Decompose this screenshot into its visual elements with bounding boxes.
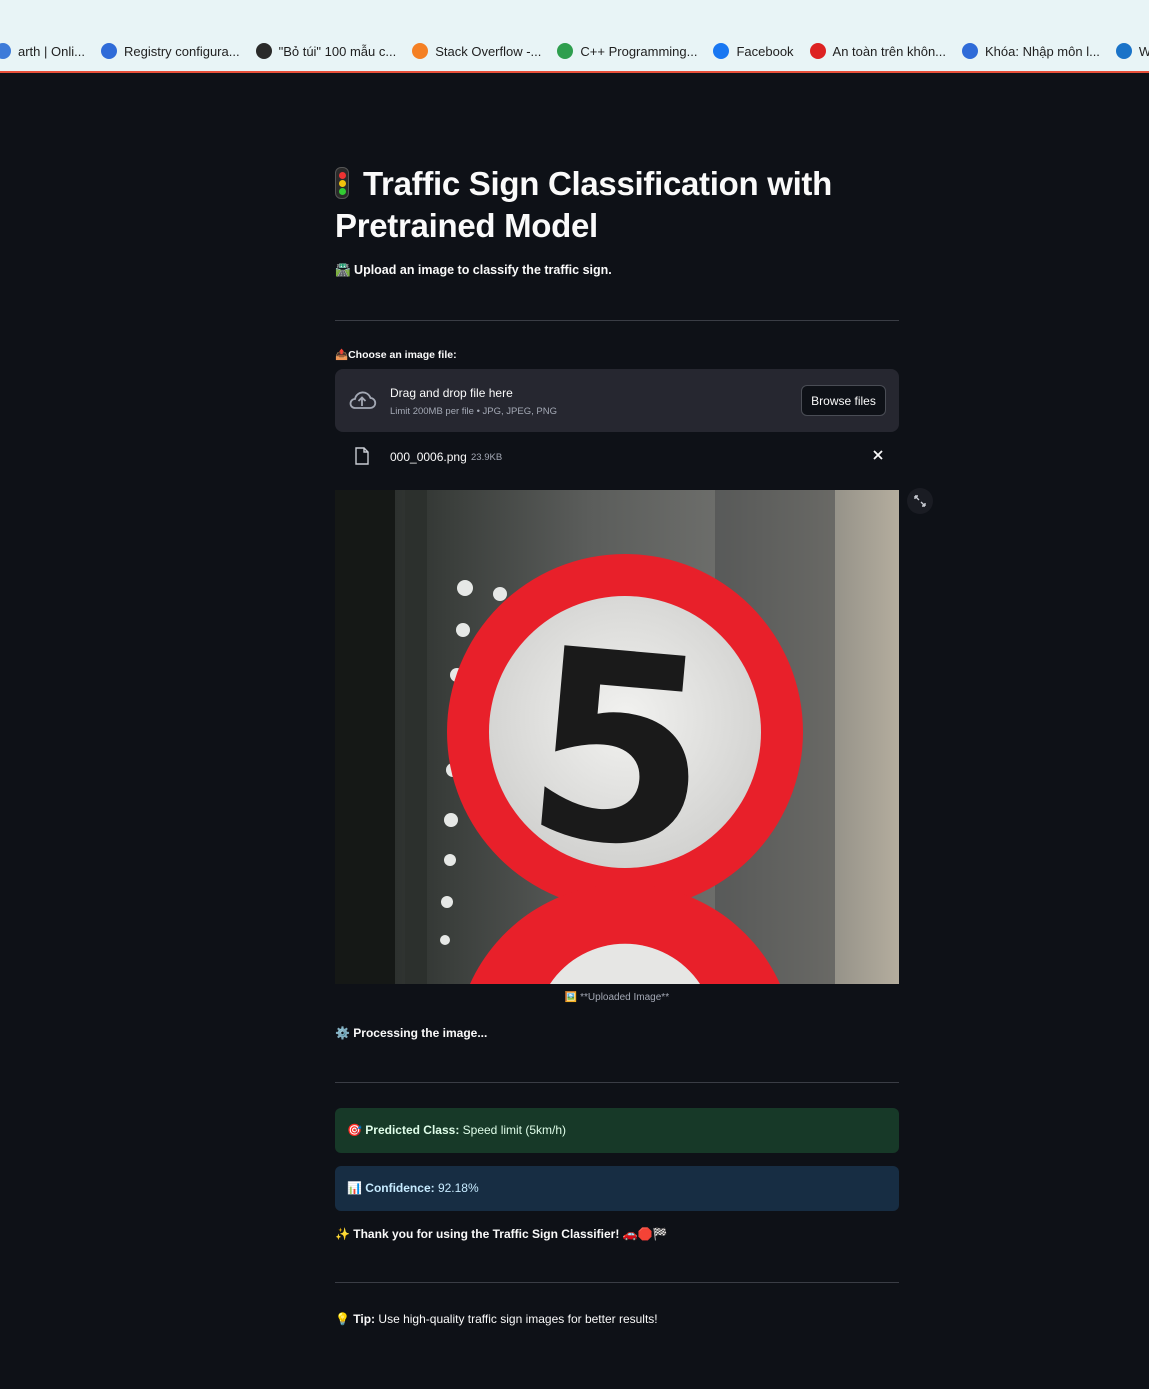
bookmark-item[interactable]: Stack Overflow -... bbox=[412, 43, 541, 59]
divider bbox=[335, 1282, 899, 1283]
tip-text: Use high-quality traffic sign images for… bbox=[378, 1312, 658, 1326]
predicted-class-value: Speed limit (5km/h) bbox=[462, 1123, 567, 1137]
bookmark-label: "Bỏ túi" 100 mẫu c... bbox=[278, 43, 397, 59]
bookmark-label: Weco bbox=[1139, 44, 1149, 59]
confidence-label: 📊 Confidence: bbox=[347, 1181, 435, 1195]
earth-icon bbox=[0, 43, 11, 59]
bookmark-label: Khóa: Nhập môn l... bbox=[985, 43, 1100, 59]
bookmark-label: Facebook bbox=[736, 43, 794, 59]
bookmark-item[interactable]: Registry configura... bbox=[100, 43, 240, 59]
confidence-alert: 📊 Confidence: 92.18% bbox=[335, 1166, 899, 1211]
bookmark-item[interactable]: arth | Onli... bbox=[0, 43, 85, 59]
image-caption: 🖼️ **Uploaded Image** bbox=[564, 992, 670, 1003]
sign-digit: 5 bbox=[515, 593, 722, 910]
subtitle: 🛣️ Upload an image to classify the traff… bbox=[335, 263, 612, 277]
bookmark-label: arth | Onli... bbox=[18, 43, 85, 59]
processing-text: ⚙️ Processing the image... bbox=[335, 1026, 488, 1040]
expand-image-button[interactable] bbox=[907, 488, 933, 514]
edge-icon bbox=[100, 43, 117, 59]
bookmark-item[interactable]: Facebook bbox=[713, 43, 794, 59]
bookmark-item[interactable]: "Bỏ túi" 100 mẫu c... bbox=[255, 43, 397, 59]
speed-limit-sign-photo: 5 bbox=[335, 490, 899, 984]
bookmark-item[interactable]: Weco bbox=[1115, 43, 1149, 59]
star-badge-icon bbox=[809, 43, 826, 59]
bookmark-item[interactable]: An toàn trên khôn... bbox=[809, 43, 947, 59]
stackoverflow-icon bbox=[412, 43, 429, 59]
bookmarks-bar: arth | Onli... Registry configura... "Bỏ t… bbox=[0, 0, 1149, 73]
edge-icon bbox=[962, 43, 979, 59]
file-name: 000_0006.png bbox=[390, 450, 467, 464]
bookmarks-row: arth | Onli... Registry configura... "Bỏ t… bbox=[0, 43, 1149, 59]
bookmark-label: C++ Programming... bbox=[580, 43, 698, 59]
tip-label: 💡 Tip: bbox=[335, 1312, 376, 1326]
file-icon bbox=[355, 447, 369, 465]
bookmark-label: Registry configura... bbox=[123, 43, 240, 59]
predicted-class-label: 🎯 Predicted Class: bbox=[347, 1123, 460, 1137]
bookmark-item[interactable]: Khóa: Nhập môn l... bbox=[962, 43, 1100, 59]
uploaded-file-row: 000_0006.png 23.9KB bbox=[335, 444, 899, 474]
dropzone-text: Drag and drop file here bbox=[390, 386, 513, 400]
globe-icon bbox=[1115, 43, 1132, 59]
bookmark-label: Stack Overflow -... bbox=[435, 43, 542, 59]
close-icon[interactable] bbox=[871, 448, 885, 462]
ninja-icon bbox=[255, 43, 272, 59]
bookmark-label: An toàn trên khôn... bbox=[832, 43, 947, 59]
uploader-label: 📤Choose an image file: bbox=[335, 349, 457, 361]
facebook-icon bbox=[713, 43, 730, 59]
expand-icon bbox=[914, 495, 926, 507]
thanks-text: ✨ Thank you for using the Traffic Sign C… bbox=[335, 1227, 668, 1241]
predicted-class-alert: 🎯 Predicted Class: Speed limit (5km/h) bbox=[335, 1108, 899, 1153]
file-dropzone[interactable]: Drag and drop file here Limit 200MB per … bbox=[335, 369, 899, 432]
bookmark-item[interactable]: C++ Programming... bbox=[557, 43, 697, 59]
browse-files-button[interactable]: Browse files bbox=[801, 385, 886, 416]
page-title: Traffic Sign Classification with Pretrai… bbox=[335, 163, 899, 247]
file-size: 23.9KB bbox=[471, 452, 503, 463]
dropzone-limit: Limit 200MB per file • JPG, JPEG, PNG bbox=[390, 406, 557, 417]
tip: 💡 Tip: Use high-quality traffic sign ima… bbox=[335, 1312, 658, 1326]
cloud-upload-icon bbox=[349, 391, 377, 409]
confidence-value: 92.18% bbox=[437, 1181, 479, 1195]
divider bbox=[335, 1082, 899, 1083]
divider bbox=[335, 320, 899, 321]
page-title-text: Traffic Sign Classification with Pretrai… bbox=[335, 165, 832, 244]
infinity-icon bbox=[557, 43, 574, 59]
traffic-light-icon bbox=[335, 167, 349, 199]
uploaded-image: 5 bbox=[335, 490, 899, 984]
